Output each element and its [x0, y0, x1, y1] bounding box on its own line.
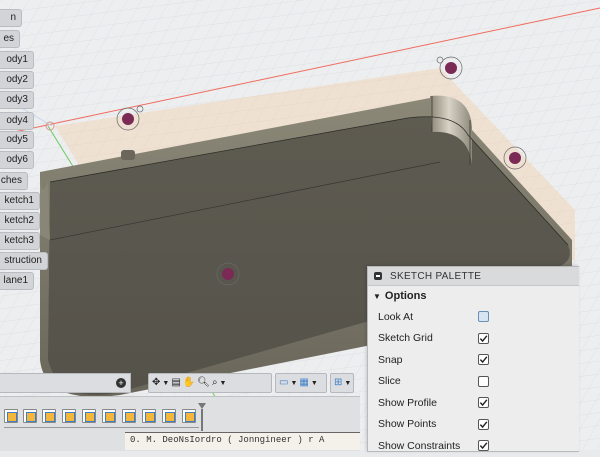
timeline-feature[interactable]	[142, 409, 156, 423]
chevron-down-icon[interactable]: ▼	[220, 380, 227, 387]
timeline-feature[interactable]	[23, 409, 37, 423]
comments-bar: +	[0, 373, 131, 393]
browser-item[interactable]: ody3	[0, 91, 34, 109]
palette-row-snap: Snap	[368, 349, 579, 371]
viewports-icon[interactable]: ⊞	[334, 378, 342, 388]
sketch-grid-checkbox[interactable]	[478, 332, 489, 344]
orbit-icon[interactable]: ✥	[152, 378, 160, 388]
display-settings-icon[interactable]: ▭	[279, 378, 288, 388]
option-label: Snap	[378, 353, 403, 366]
peg-feature	[121, 150, 135, 160]
palette-row-sketch-grid: Sketch Grid	[368, 328, 579, 350]
browser-item[interactable]: ketch2	[0, 212, 40, 230]
grid-settings-icon[interactable]: ▦	[299, 378, 308, 388]
palette-row-show-profile: Show Profile	[368, 392, 579, 414]
timeline-feature[interactable]	[42, 409, 56, 423]
navigation-toolbar: ✥ ▼ ▤ ✋ 🔍︎ ⌕ ▼	[148, 373, 272, 393]
palette-row-show-constraints: Show Constraints	[368, 435, 579, 457]
timeline-feature[interactable]	[62, 409, 76, 423]
show-constraints-checkbox[interactable]	[478, 440, 489, 451]
browser-item[interactable]: es	[0, 30, 20, 48]
timeline-feature[interactable]	[82, 409, 96, 423]
browser-item[interactable]: n	[0, 9, 22, 27]
chevron-down-icon[interactable]: ▼	[162, 380, 169, 387]
display-toolbar: ▭ ▼ ▦ ▼	[275, 373, 327, 393]
add-comment-icon[interactable]: +	[116, 378, 126, 388]
timeline-marker[interactable]	[198, 403, 206, 431]
collapse-icon[interactable]	[374, 272, 382, 280]
browser-item[interactable]: ody6	[0, 151, 34, 169]
section-title: Options	[384, 290, 427, 302]
slice-checkbox[interactable]	[478, 375, 489, 387]
option-label: Slice	[378, 375, 401, 388]
chevron-down-icon[interactable]: ▼	[373, 292, 381, 301]
chevron-down-icon[interactable]: ▼	[290, 380, 297, 387]
palette-header[interactable]: SKETCH PALETTE	[368, 267, 579, 286]
browser-item[interactable]: ches	[0, 172, 28, 190]
timeline-feature[interactable]	[182, 409, 196, 423]
timeline-track	[4, 427, 199, 428]
document-strip: 0. M. DeoNsIordro ( Jonngineer ) r A	[125, 432, 360, 450]
option-label: Show Points	[378, 418, 437, 431]
pan-hand-icon[interactable]: ✋	[183, 378, 195, 388]
zoom-icon[interactable]: 🔍︎	[197, 378, 210, 388]
zoom-window-icon[interactable]: ⌕	[212, 378, 218, 388]
palette-row-show-points: Show Points	[368, 414, 579, 436]
show-profile-checkbox[interactable]	[478, 397, 489, 408]
timeline-feature[interactable]	[122, 409, 136, 423]
option-label: Sketch Grid	[378, 332, 433, 345]
chevron-down-icon[interactable]: ▼	[344, 380, 351, 387]
palette-row-look-at: Look At	[368, 306, 579, 328]
palette-title: SKETCH PALETTE	[390, 270, 482, 282]
browser-item[interactable]: struction	[0, 252, 48, 270]
option-label: Look At	[378, 310, 414, 323]
sketch-palette: SKETCH PALETTE ▼ Options Look At Sketch …	[367, 266, 579, 452]
browser-item[interactable]: lane1	[0, 272, 34, 290]
look-at-icon[interactable]	[478, 311, 489, 322]
option-label: Show Profile	[378, 396, 437, 409]
timeline-feature[interactable]	[102, 409, 116, 423]
viewports-toolbar: ⊞ ▼	[330, 373, 354, 393]
browser-item[interactable]: ketch1	[0, 192, 40, 210]
palette-row-slice: Slice	[368, 371, 579, 393]
browser-item[interactable]: ody4	[0, 112, 34, 130]
options-section-header[interactable]: ▼ Options	[368, 286, 579, 306]
browser-item[interactable]: ody1	[0, 51, 34, 69]
browser-item[interactable]: ketch3	[0, 232, 40, 250]
browser-item[interactable]: ody5	[0, 131, 34, 149]
chevron-down-icon[interactable]: ▼	[311, 380, 318, 387]
look-at-icon[interactable]: ▤	[171, 378, 180, 388]
show-points-checkbox[interactable]	[478, 418, 489, 430]
timeline-feature[interactable]	[162, 409, 176, 423]
browser-item[interactable]: ody2	[0, 71, 34, 89]
timeline-feature[interactable]	[4, 409, 18, 423]
snap-checkbox[interactable]	[478, 354, 489, 365]
